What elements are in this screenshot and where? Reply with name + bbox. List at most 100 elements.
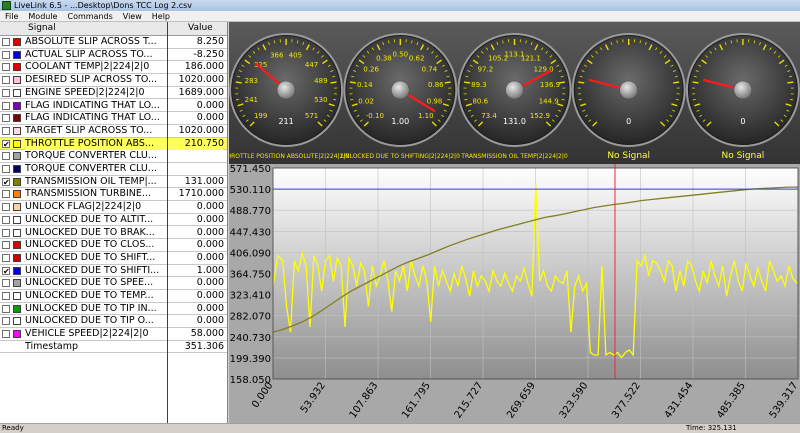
signal-checkbox[interactable] [2, 152, 10, 161]
signal-color-swatch[interactable] [13, 228, 21, 237]
signal-color-swatch[interactable] [13, 253, 21, 262]
window-title: LiveLink 6.5 - ...Desktop\Dons TCC Log 2… [14, 1, 193, 10]
signal-value: 0.000 [196, 213, 224, 225]
header-value[interactable]: Value [188, 23, 213, 33]
gauge-tick-label: 0.14 [357, 81, 373, 89]
menu-commands[interactable]: Commands [62, 12, 117, 21]
signal-row[interactable]: ABSOLUTE SLIP ACROSS T... 8.250 [0, 36, 227, 49]
signal-color-swatch[interactable] [13, 190, 21, 199]
signal-row[interactable]: TORQUE CONVERTER CLU... [0, 163, 227, 176]
signal-color-swatch[interactable] [13, 279, 21, 288]
signal-checkbox[interactable] [2, 38, 10, 46]
signal-row[interactable]: UNLOCKED DUE TO BRAK... 0.000 [0, 227, 227, 240]
signal-checkbox[interactable] [2, 253, 10, 262]
signal-checkbox[interactable] [2, 126, 10, 135]
signal-color-swatch[interactable] [13, 152, 21, 161]
signal-checkbox[interactable] [2, 50, 10, 59]
signal-color-swatch[interactable] [13, 266, 21, 275]
signal-color-swatch[interactable] [13, 126, 21, 135]
signal-value: 210.750 [166, 137, 224, 150]
signal-color-swatch[interactable] [13, 304, 21, 313]
signal-checkbox[interactable]: ✔ [2, 139, 10, 148]
header-signal[interactable]: Signal [28, 23, 56, 33]
signal-value: 1020.000 [178, 124, 224, 136]
signal-row[interactable]: ✔ TRANSMISSION OIL TEMP|... 131.000 [0, 176, 227, 189]
signal-color-swatch[interactable] [13, 177, 21, 186]
signal-row[interactable]: ✔ UNLOCKED DUE TO SHIFTI... 1.000 [0, 265, 227, 278]
signal-checkbox[interactable] [2, 114, 10, 123]
signal-row[interactable]: UNLOCKED DUE TO TIP IN... 0.000 [0, 302, 227, 316]
signal-checkbox[interactable] [2, 165, 10, 173]
gauge: 0 No Signal [571, 33, 686, 161]
signal-checkbox[interactable] [2, 304, 10, 313]
signal-row[interactable]: ENGINE SPEED|2|224|2|0 1689.000 [0, 86, 227, 100]
signal-row[interactable]: VEHICLE SPEED|2|224|2|0 58.000 [0, 328, 227, 341]
signal-row[interactable]: DESIRED SLIP ACROSS TO... 1020.000 [0, 74, 227, 87]
signal-row[interactable]: TRANSMISSION TURBINE... 1710.000 [0, 188, 227, 202]
signal-checkbox[interactable] [2, 317, 10, 326]
signal-color-swatch[interactable] [13, 50, 21, 59]
signal-checkbox[interactable] [2, 241, 10, 250]
menu-module[interactable]: Module [23, 12, 62, 21]
signal-checkbox[interactable]: ✔ [2, 177, 10, 186]
gauge-tick-label: 152.9 [530, 112, 550, 120]
signal-color-swatch[interactable] [13, 114, 21, 123]
signal-color-swatch[interactable] [13, 165, 21, 173]
signal-row[interactable]: TORQUE CONVERTER CLU... [0, 150, 227, 163]
signal-color-swatch[interactable] [13, 292, 21, 300]
gauge-tick-label: 0.26 [363, 65, 379, 73]
gauge-tick-label: 0.50 [393, 51, 409, 59]
signal-checkbox[interactable] [2, 203, 10, 212]
signal-checkbox[interactable] [2, 88, 10, 97]
signal-checkbox[interactable]: ✔ [2, 266, 10, 275]
column-divider[interactable] [167, 22, 168, 423]
signal-color-swatch[interactable] [13, 63, 21, 72]
signal-value: 1689.000 [178, 86, 224, 98]
signal-checkbox[interactable] [2, 279, 10, 288]
signal-checkbox[interactable] [2, 101, 10, 110]
signal-row[interactable]: FLAG INDICATING THAT LO... 0.000 [0, 112, 227, 125]
signal-color-swatch[interactable] [13, 330, 21, 339]
signal-name: UNLOCKED DUE TO TIP IN... [25, 302, 157, 314]
signal-checkbox[interactable] [2, 190, 10, 199]
signal-color-swatch[interactable] [13, 88, 21, 97]
gauge-tick-label: 136.9 [540, 81, 560, 89]
signal-checkbox[interactable] [2, 330, 10, 339]
signal-value: 0.000 [196, 239, 224, 251]
signal-row[interactable]: COOLANT TEMP|2|224|2|0 186.000 [0, 61, 227, 75]
signal-name: UNLOCKED DUE TO TEMP... [25, 290, 154, 301]
signal-row[interactable]: UNLOCKED DUE TO SHIFT... 0.000 [0, 252, 227, 265]
line-chart[interactable]: 158.050199.390240.730282.070323.410364.7… [229, 164, 800, 423]
gauge-tick [330, 81, 337, 84]
signal-color-swatch[interactable] [13, 241, 21, 250]
signal-color-swatch[interactable] [13, 139, 21, 148]
signal-row[interactable]: TARGET SLIP ACROSS TO... 1020.000 [0, 124, 227, 138]
signal-row[interactable]: UNLOCKED DUE TO CLOS... 0.000 [0, 239, 227, 252]
menu-view[interactable]: View [118, 12, 147, 21]
signal-checkbox[interactable] [2, 63, 10, 72]
signal-name: VEHICLE SPEED|2|224|2|0 [25, 328, 149, 340]
signal-color-swatch[interactable] [13, 101, 21, 110]
signal-row[interactable]: UNLOCKED DUE TO SPEE... 0.000 [0, 277, 227, 290]
signal-row[interactable]: ACTUAL SLIP ACROSS TO... -8.250 [0, 49, 227, 62]
signal-checkbox[interactable] [2, 228, 10, 237]
signal-value: 1710.000 [178, 188, 224, 200]
signal-color-swatch[interactable] [13, 76, 21, 85]
signal-row[interactable]: UNLOCKED DUE TO TIP O... 0.000 [0, 315, 227, 329]
menu-help[interactable]: Help [147, 12, 175, 21]
menu-file[interactable]: File [0, 12, 23, 21]
signal-row[interactable]: ✔ THROTTLE POSITION ABS... 210.750 [0, 137, 227, 151]
signal-row[interactable]: FLAG INDICATING THAT LO... 0.000 [0, 100, 227, 113]
signal-checkbox[interactable] [2, 292, 10, 300]
signal-checkbox[interactable] [2, 215, 10, 224]
signal-row[interactable]: UNLOCKED DUE TO ALTIT... 0.000 [0, 213, 227, 227]
signal-checkbox[interactable] [2, 76, 10, 85]
signal-color-swatch[interactable] [13, 317, 21, 326]
signal-row[interactable]: UNLOCK FLAG|2|224|2|0 0.000 [0, 201, 227, 214]
y-tick-label: 199.390 [230, 354, 271, 365]
gauge-tick-label: 144.9 [539, 98, 559, 106]
signal-row[interactable]: UNLOCKED DUE TO TEMP... 0.000 [0, 290, 227, 303]
signal-color-swatch[interactable] [13, 215, 21, 224]
signal-color-swatch[interactable] [13, 203, 21, 212]
signal-color-swatch[interactable] [13, 38, 21, 46]
